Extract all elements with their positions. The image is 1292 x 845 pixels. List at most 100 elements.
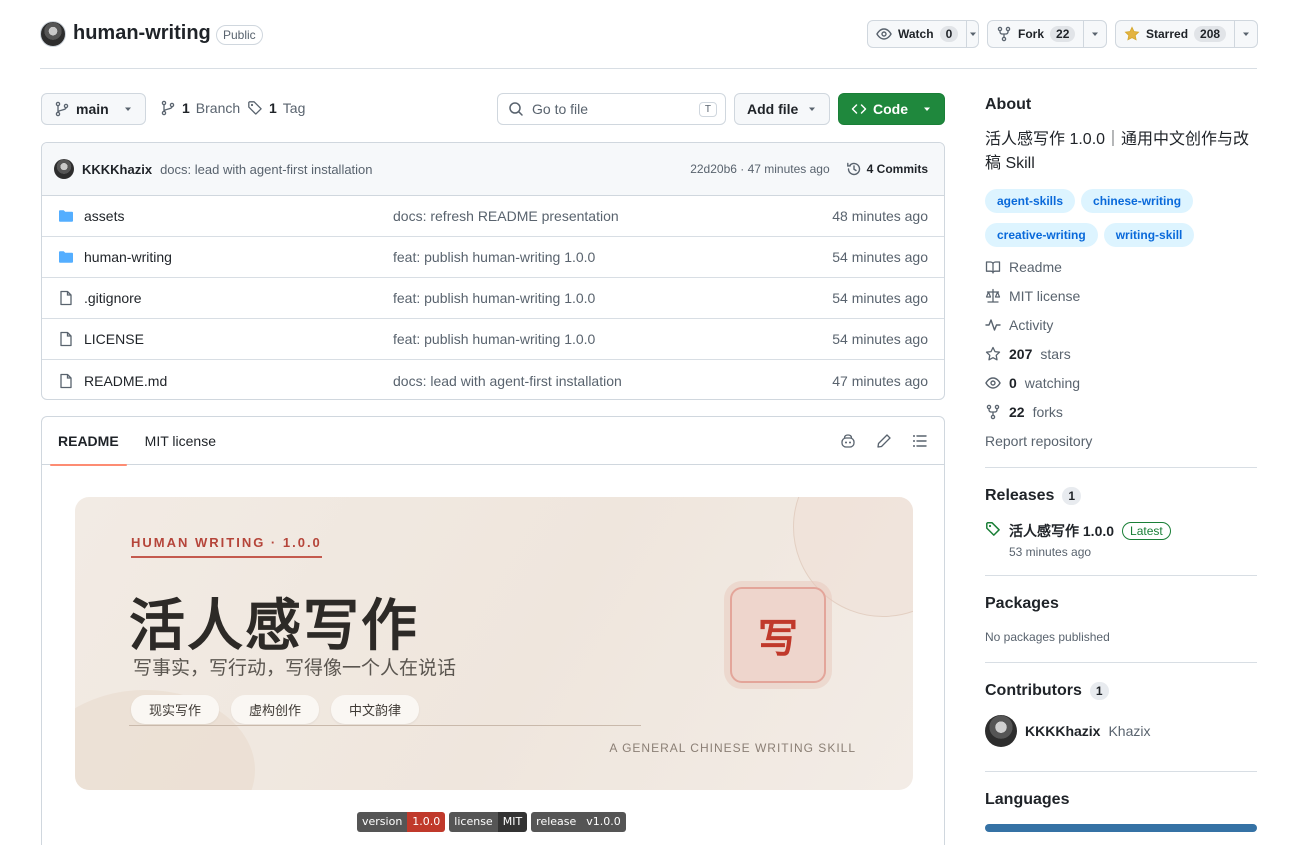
fork-button[interactable]: Fork 22 bbox=[987, 20, 1107, 48]
file-commit-message[interactable]: feat: publish human-writing 1.0.0 bbox=[393, 290, 832, 306]
forks-link[interactable]: 22 forks bbox=[985, 404, 1063, 420]
contributor-avatar[interactable] bbox=[985, 715, 1017, 747]
contributor-login[interactable]: KKKKhazix bbox=[1025, 723, 1100, 739]
folder-icon bbox=[58, 208, 74, 224]
search-icon bbox=[508, 101, 524, 117]
tag-icon bbox=[247, 100, 263, 116]
language-bar[interactable] bbox=[985, 824, 1257, 832]
watching-link[interactable]: 0 watching bbox=[985, 375, 1080, 391]
fork-dropdown[interactable] bbox=[1083, 21, 1106, 47]
header-divider bbox=[40, 68, 1257, 69]
tag-icon bbox=[985, 521, 1001, 559]
add-file-label: Add file bbox=[747, 101, 799, 117]
readme-link[interactable]: Readme bbox=[985, 259, 1062, 275]
banner-title: 活人感写作 bbox=[129, 594, 419, 659]
forks-label: forks bbox=[1032, 404, 1063, 420]
file-name[interactable]: human-writing bbox=[84, 249, 172, 265]
file-row[interactable]: LICENSE feat: publish human-writing 1.0.… bbox=[42, 319, 944, 360]
banner-kicker: HUMAN WRITING · 1.0.0 bbox=[131, 535, 322, 558]
shield-value: 1.0.0 bbox=[407, 812, 446, 832]
file-browser: KKKKhazix docs: lead with agent-first in… bbox=[41, 142, 945, 400]
branch-icon bbox=[54, 101, 70, 117]
banner-chip: 虚构创作 bbox=[231, 695, 320, 724]
readme-banner-image: HUMAN WRITING · 1.0.0 活人感写作 写事实，写行动，写得像一… bbox=[75, 497, 913, 790]
contributors-heading[interactable]: Contributors 1 bbox=[985, 682, 1109, 700]
commit-meta[interactable]: 22d20b6 · 47 minutes ago bbox=[690, 162, 829, 176]
code-icon bbox=[851, 101, 867, 117]
watch-dropdown[interactable] bbox=[966, 21, 978, 47]
banner-rule bbox=[129, 725, 641, 726]
watching-count: 0 bbox=[1009, 375, 1017, 391]
tab-license[interactable]: MIT license bbox=[145, 417, 216, 465]
commits-link[interactable]: 4 Commits bbox=[846, 161, 928, 177]
release-shield[interactable]: release v1.0.0 bbox=[531, 812, 626, 832]
sidebar-divider bbox=[985, 662, 1257, 663]
releases-heading[interactable]: Releases 1 bbox=[985, 487, 1082, 505]
pencil-icon[interactable] bbox=[876, 433, 892, 449]
triangle-down-icon bbox=[968, 29, 978, 39]
contributor-item[interactable]: KKKKhazix Khazix bbox=[985, 715, 1151, 747]
commit-author-avatar[interactable] bbox=[54, 159, 74, 179]
shield-value: v1.0.0 bbox=[581, 812, 626, 832]
file-name[interactable]: README.md bbox=[84, 373, 167, 389]
code-button[interactable]: Code bbox=[838, 93, 945, 125]
contributors-count: 1 bbox=[1089, 682, 1109, 700]
tags-link[interactable]: 1 Tag bbox=[247, 100, 305, 116]
file-name[interactable]: .gitignore bbox=[84, 290, 142, 306]
file-commit-message[interactable]: docs: lead with agent-first installation bbox=[393, 373, 832, 389]
scale-icon bbox=[985, 288, 1001, 304]
activity-link[interactable]: Activity bbox=[985, 317, 1053, 333]
repo-name[interactable]: human-writing bbox=[73, 22, 211, 45]
sidebar-divider bbox=[985, 467, 1257, 468]
topic-tag[interactable]: agent-skills bbox=[985, 189, 1076, 213]
file-row[interactable]: assets docs: refresh README presentation… bbox=[42, 196, 944, 237]
sidebar-divider bbox=[985, 575, 1257, 576]
add-file-button[interactable]: Add file bbox=[734, 93, 830, 125]
watch-button[interactable]: Watch 0 bbox=[867, 20, 979, 48]
go-to-file-placeholder: Go to file bbox=[532, 101, 589, 117]
file-commit-message[interactable]: feat: publish human-writing 1.0.0 bbox=[393, 331, 832, 347]
tab-readme[interactable]: README bbox=[50, 417, 127, 466]
banner-subtitle: 写事实，写行动，写得像一个人在说话 bbox=[133, 658, 457, 679]
topic-tag[interactable]: creative-writing bbox=[985, 223, 1098, 247]
license-shield[interactable]: license MIT bbox=[449, 812, 528, 832]
branch-selector[interactable]: main bbox=[41, 93, 146, 125]
copilot-icon[interactable] bbox=[840, 433, 856, 449]
branches-link[interactable]: 1 Branch bbox=[160, 100, 240, 116]
file-name[interactable]: LICENSE bbox=[84, 331, 144, 347]
repo-owner-avatar[interactable] bbox=[40, 21, 66, 47]
commit-message[interactable]: docs: lead with agent-first installation bbox=[160, 162, 372, 177]
banner-seal: 写 bbox=[730, 587, 826, 683]
tags-count: 1 bbox=[269, 100, 277, 116]
branches-label: Branch bbox=[195, 100, 241, 116]
stars-link[interactable]: 207 stars bbox=[985, 346, 1071, 362]
no-packages-text: No packages published bbox=[985, 630, 1110, 644]
star-button[interactable]: Starred 208 bbox=[1115, 20, 1258, 48]
star-filled-icon bbox=[1124, 26, 1140, 42]
topic-tag[interactable]: chinese-writing bbox=[1081, 189, 1194, 213]
file-commit-message[interactable]: feat: publish human-writing 1.0.0 bbox=[393, 249, 832, 265]
outline-list-icon[interactable] bbox=[912, 433, 928, 449]
report-repository-link[interactable]: Report repository bbox=[985, 433, 1092, 449]
license-link[interactable]: MIT license bbox=[985, 288, 1080, 304]
history-icon bbox=[846, 161, 862, 177]
latest-release[interactable]: 活人感写作 1.0.0 Latest 53 minutes ago bbox=[985, 521, 1171, 559]
sidebar-divider bbox=[985, 771, 1257, 772]
topic-tag[interactable]: writing-skill bbox=[1103, 223, 1195, 247]
file-row[interactable]: human-writing feat: publish human-writin… bbox=[42, 237, 944, 278]
watch-label: Watch bbox=[898, 27, 934, 41]
packages-heading[interactable]: Packages bbox=[985, 595, 1059, 613]
watch-count: 0 bbox=[939, 26, 959, 42]
file-row[interactable]: .gitignore feat: publish human-writing 1… bbox=[42, 278, 944, 319]
star-dropdown[interactable] bbox=[1234, 21, 1257, 47]
file-commit-time: 48 minutes ago bbox=[832, 208, 928, 224]
commit-author[interactable]: KKKKhazix bbox=[82, 162, 152, 177]
version-shield[interactable]: version 1.0.0 bbox=[357, 812, 446, 832]
branch-icon bbox=[160, 100, 176, 116]
go-to-file-shortcut: T bbox=[698, 101, 717, 117]
file-name[interactable]: assets bbox=[84, 208, 124, 224]
file-row[interactable]: README.md docs: lead with agent-first in… bbox=[42, 360, 944, 399]
file-commit-message[interactable]: docs: refresh README presentation bbox=[393, 208, 832, 224]
branches-count: 1 bbox=[182, 100, 190, 116]
go-to-file-input[interactable]: Go to file T bbox=[497, 93, 726, 125]
